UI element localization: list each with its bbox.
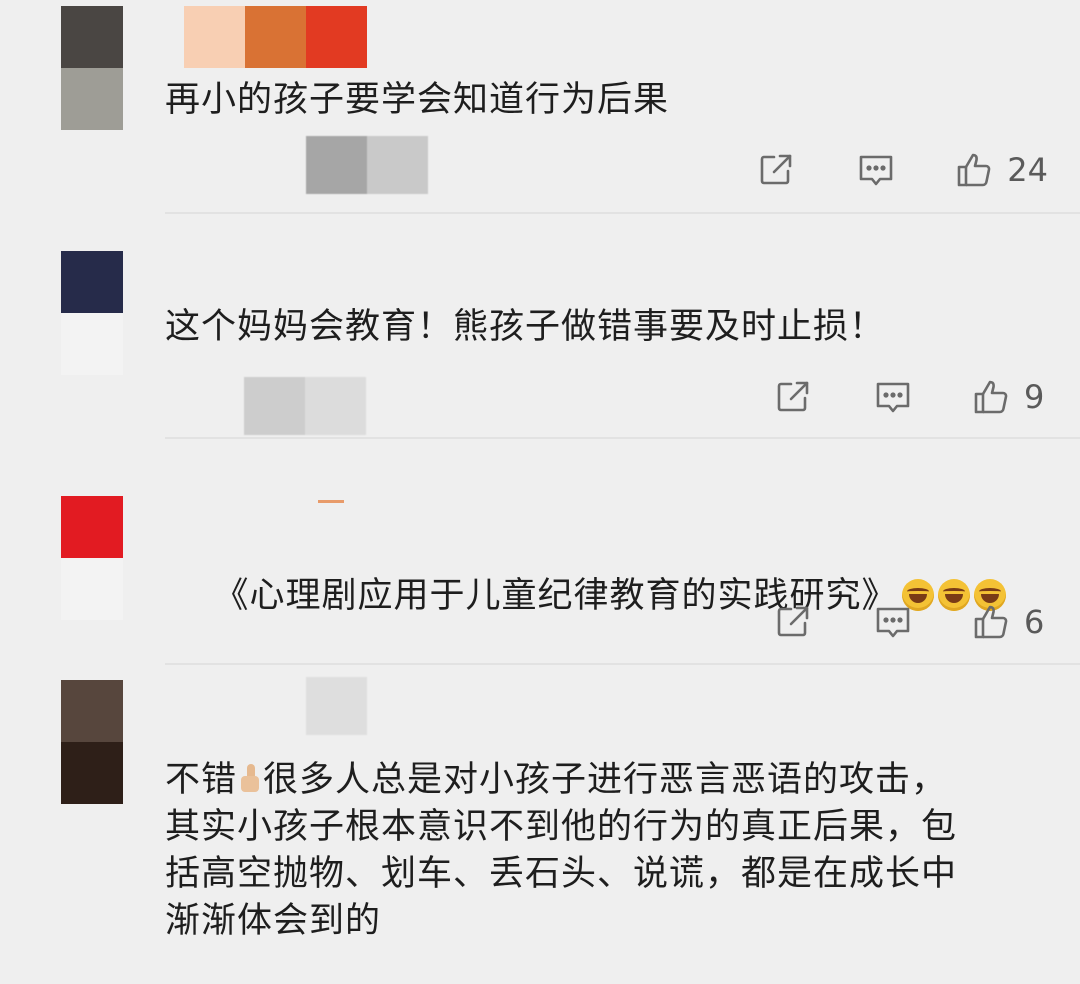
comment-text: 再小的孩子要学会知道行为后果 — [165, 80, 670, 120]
avatar-pixel — [61, 6, 123, 68]
blur-block — [244, 377, 305, 435]
decorative-speck — [318, 500, 344, 503]
reply-button[interactable] — [857, 151, 895, 189]
like-count: 9 — [1024, 378, 1045, 416]
reply-button[interactable] — [874, 603, 912, 641]
blur-block — [306, 677, 367, 735]
username-blurred[interactable] — [306, 677, 367, 735]
comment-text-lead: 不错 — [165, 760, 238, 800]
avatar-pixel — [61, 680, 123, 742]
comment-item: 这个妈妈会教育！熊孩子做错事要及时止损！ 9 — [0, 215, 1080, 440]
avatar-pixel — [61, 496, 123, 558]
avatar[interactable] — [61, 680, 123, 804]
share-button[interactable] — [774, 603, 812, 641]
avatar[interactable] — [61, 6, 123, 130]
blur-block — [305, 377, 366, 435]
comment-item: 再小的孩子要学会知道行为后果 24 — [0, 0, 1080, 215]
avatar[interactable] — [61, 496, 123, 620]
username-blurred[interactable] — [306, 136, 428, 194]
share-icon — [777, 606, 809, 637]
reply-button[interactable] — [874, 378, 912, 416]
comment-text: 《心理剧应用于儿童纪律教育的实践研究》 — [165, 530, 1030, 662]
share-button[interactable] — [757, 151, 795, 189]
comment-item: 《心理剧应用于儿童纪律教育的实践研究》 6 — [0, 440, 1080, 665]
like-count: 24 — [1007, 151, 1048, 189]
blur-block — [306, 136, 367, 194]
avatar-pixel — [61, 558, 123, 620]
like-button[interactable]: 24 — [955, 150, 1048, 190]
comment-text: 这个妈妈会教育！熊孩子做错事要及时止损！ — [165, 307, 886, 347]
thumbs-up-icon — [974, 380, 1008, 414]
thumbs-up-icon — [957, 153, 991, 187]
like-count: 6 — [1024, 603, 1045, 641]
comment-item: 不错 很多人总是对小孩子进行恶言恶语的攻击， 其实小孩子根本意识不到他的行为的真正… — [0, 665, 1080, 984]
thumbs-up-icon — [974, 605, 1008, 639]
avatar-pixel — [61, 68, 123, 130]
divider — [165, 437, 1080, 439]
avatar-pixel — [61, 313, 123, 375]
divider — [165, 212, 1080, 214]
comment-text: 不错 很多人总是对小孩子进行恶言恶语的攻击， 其实小孩子根本意识不到他的行为的真正… — [165, 757, 1030, 945]
like-button[interactable]: 9 — [972, 377, 1048, 417]
username-blurred[interactable] — [244, 377, 366, 435]
share-icon — [760, 154, 792, 185]
comment-actions: 24 — [757, 150, 1048, 190]
comment-actions: 6 — [774, 602, 1048, 642]
comment-icon — [876, 607, 910, 638]
like-button[interactable]: 6 — [972, 602, 1048, 642]
thumbs-up-emoji-icon — [239, 764, 261, 794]
comment-actions: 9 — [774, 377, 1048, 417]
avatar-pixel — [61, 251, 123, 313]
comment-icon — [876, 382, 910, 413]
comment-text-body: 很多人总是对小孩子进行恶言恶语的攻击， 其实小孩子根本意识不到他的行为的真正后果… — [165, 760, 958, 941]
blur-block — [367, 136, 428, 194]
share-icon — [777, 381, 809, 412]
avatar-pixel — [61, 742, 123, 804]
share-button[interactable] — [774, 378, 812, 416]
avatar[interactable] — [61, 251, 123, 375]
comment-icon — [859, 155, 893, 186]
